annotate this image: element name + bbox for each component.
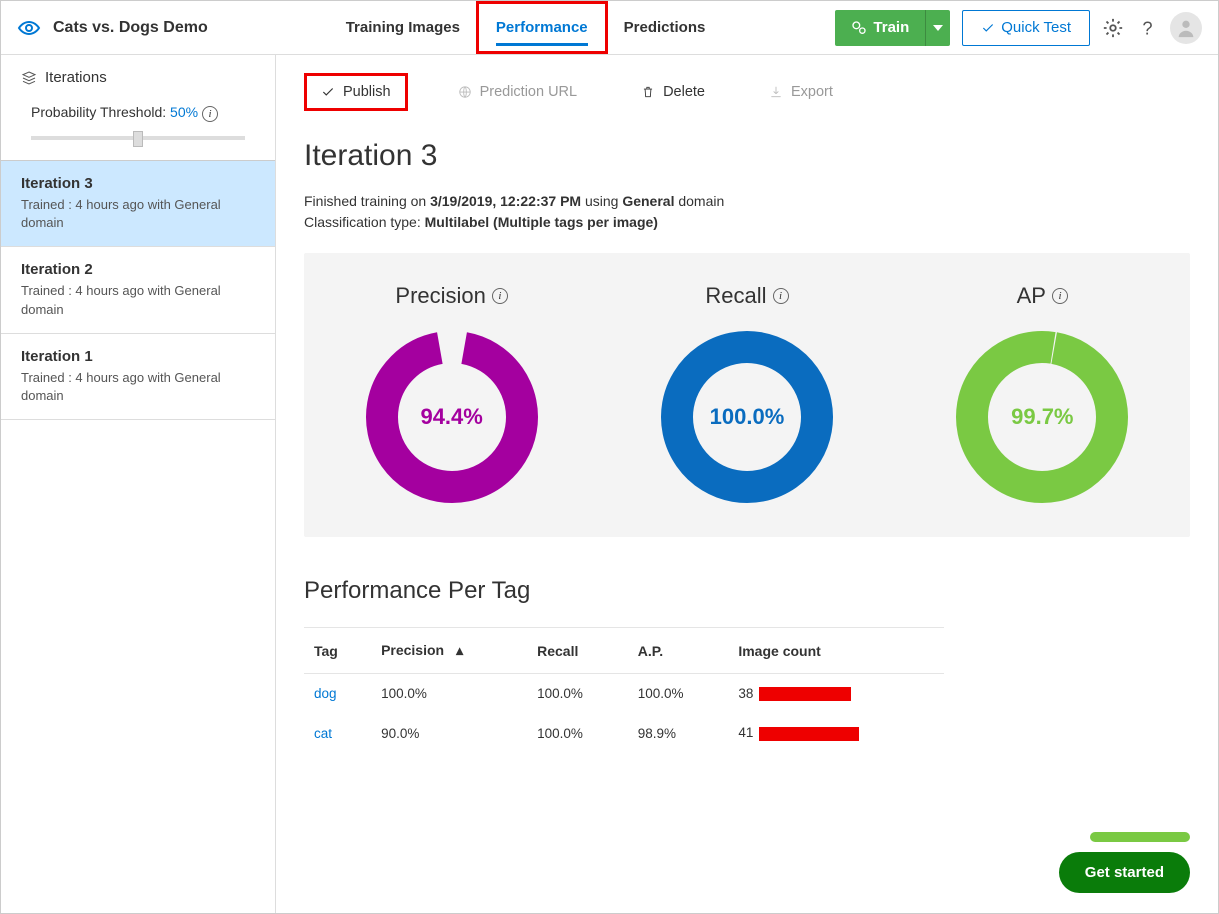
performance-table: Tag Precision▴ Recall A.P. Image count d…: [304, 627, 944, 753]
classification-type-line: Classification type: Multilabel (Multipl…: [304, 212, 1190, 233]
user-avatar[interactable]: [1170, 12, 1202, 44]
train-button[interactable]: Train: [835, 10, 950, 46]
col-ap[interactable]: A.P.: [628, 628, 729, 674]
cell-image-count: 38: [728, 674, 944, 714]
check-icon: [981, 21, 995, 35]
quick-test-label: Quick Test: [1001, 19, 1071, 36]
tab-predictions[interactable]: Predictions: [606, 3, 724, 52]
iteration-heading: Iteration 3: [304, 139, 1190, 173]
top-bar: Cats vs. Dogs Demo Training Images Perfo…: [1, 1, 1218, 55]
iteration-list: Iteration 3 Trained : 4 hours ago with G…: [1, 160, 275, 420]
info-icon[interactable]: i: [773, 288, 789, 304]
top-actions: Train Quick Test ?: [835, 10, 1202, 46]
sidebar-header: Iterations: [1, 55, 275, 100]
metrics-panel: Precision i 94.4% Recall i 100.0% AP i 9…: [304, 253, 1190, 537]
donut-chart: 99.7%: [952, 327, 1132, 507]
prediction-url-button: Prediction URL: [444, 76, 592, 108]
globe-icon: [458, 85, 472, 99]
content-area: Publish Prediction URL Delete Export Ite…: [276, 55, 1218, 913]
metric-value: 99.7%: [1011, 404, 1073, 430]
cell-ap: 98.9%: [628, 713, 729, 752]
layers-icon: [21, 70, 37, 86]
export-button: Export: [755, 76, 847, 108]
iteration-subtitle: Trained : 4 hours ago with General domai…: [21, 369, 255, 405]
tab-training-images[interactable]: Training Images: [328, 3, 478, 52]
caret-down-icon: [933, 25, 943, 31]
iteration-toolbar: Publish Prediction URL Delete Export: [304, 55, 1190, 129]
iteration-title: Iteration 2: [21, 261, 255, 278]
top-tabs: Training Images Performance Predictions: [328, 3, 724, 52]
cell-image-count: 41: [728, 713, 944, 752]
sort-asc-icon: ▴: [456, 642, 463, 659]
iteration-item[interactable]: Iteration 3 Trained : 4 hours ago with G…: [1, 160, 275, 247]
count-bar: [759, 687, 851, 701]
trash-icon: [641, 85, 655, 99]
col-recall[interactable]: Recall: [527, 628, 628, 674]
svg-text:?: ?: [1142, 17, 1152, 38]
cell-precision: 90.0%: [371, 713, 527, 752]
metric-value: 100.0%: [710, 404, 785, 430]
cell-ap: 100.0%: [628, 674, 729, 714]
iteration-title: Iteration 1: [21, 348, 255, 365]
train-dropdown[interactable]: [926, 10, 950, 46]
metric-value: 94.4%: [420, 404, 482, 430]
chat-bubble-icon: [1090, 832, 1190, 842]
iteration-item[interactable]: Iteration 1 Trained : 4 hours ago with G…: [1, 334, 275, 420]
metric-title: AP i: [952, 283, 1132, 309]
download-icon: [769, 85, 783, 99]
iteration-subtitle: Trained : 4 hours ago with General domai…: [21, 282, 255, 318]
publish-button[interactable]: Publish: [304, 73, 408, 111]
col-tag[interactable]: Tag: [304, 628, 371, 674]
metric-card: Recall i 100.0%: [657, 283, 837, 507]
info-icon[interactable]: i: [1052, 288, 1068, 304]
metric-card: AP i 99.7%: [952, 283, 1132, 507]
tab-performance[interactable]: Performance: [478, 3, 606, 52]
col-precision[interactable]: Precision▴: [371, 628, 527, 674]
table-row: cat 90.0% 100.0% 98.9% 41: [304, 713, 944, 752]
train-label: Train: [873, 19, 909, 36]
delete-button[interactable]: Delete: [627, 76, 719, 108]
person-icon: [1175, 17, 1197, 39]
metric-title: Precision i: [362, 283, 542, 309]
training-finished-line: Finished training on 3/19/2019, 12:22:37…: [304, 191, 1190, 212]
cell-recall: 100.0%: [527, 674, 628, 714]
help-icon[interactable]: ?: [1136, 17, 1158, 39]
get-started-button[interactable]: Get started: [1059, 852, 1190, 893]
tag-link[interactable]: dog: [314, 686, 337, 701]
threshold-control: Probability Threshold: 50% i: [1, 100, 275, 160]
count-bar: [759, 727, 859, 741]
sidebar: Iterations Probability Threshold: 50% i …: [1, 55, 276, 913]
custom-vision-logo-icon: [17, 16, 41, 40]
project-title: Cats vs. Dogs Demo: [53, 19, 208, 37]
threshold-slider[interactable]: [31, 126, 245, 150]
threshold-value: 50%: [170, 104, 198, 120]
donut-chart: 94.4%: [362, 327, 542, 507]
cell-precision: 100.0%: [371, 674, 527, 714]
iteration-item[interactable]: Iteration 2 Trained : 4 hours ago with G…: [1, 247, 275, 333]
performance-per-tag-heading: Performance Per Tag: [304, 577, 1190, 605]
table-row: dog 100.0% 100.0% 100.0% 38: [304, 674, 944, 714]
gears-icon: [851, 20, 867, 36]
tag-link[interactable]: cat: [314, 726, 332, 741]
quick-test-button[interactable]: Quick Test: [962, 10, 1090, 46]
iteration-title: Iteration 3: [21, 175, 255, 192]
iteration-subtitle: Trained : 4 hours ago with General domai…: [21, 196, 255, 232]
settings-icon[interactable]: [1102, 17, 1124, 39]
check-icon: [321, 85, 335, 99]
cell-recall: 100.0%: [527, 713, 628, 752]
metric-card: Precision i 94.4%: [362, 283, 542, 507]
chat-widget: Get started: [1059, 832, 1190, 893]
info-icon[interactable]: i: [202, 106, 218, 122]
threshold-label: Probability Threshold:: [31, 104, 170, 120]
metric-title: Recall i: [657, 283, 837, 309]
info-icon[interactable]: i: [492, 288, 508, 304]
donut-chart: 100.0%: [657, 327, 837, 507]
col-image-count[interactable]: Image count: [728, 628, 944, 674]
sidebar-title: Iterations: [45, 69, 107, 86]
